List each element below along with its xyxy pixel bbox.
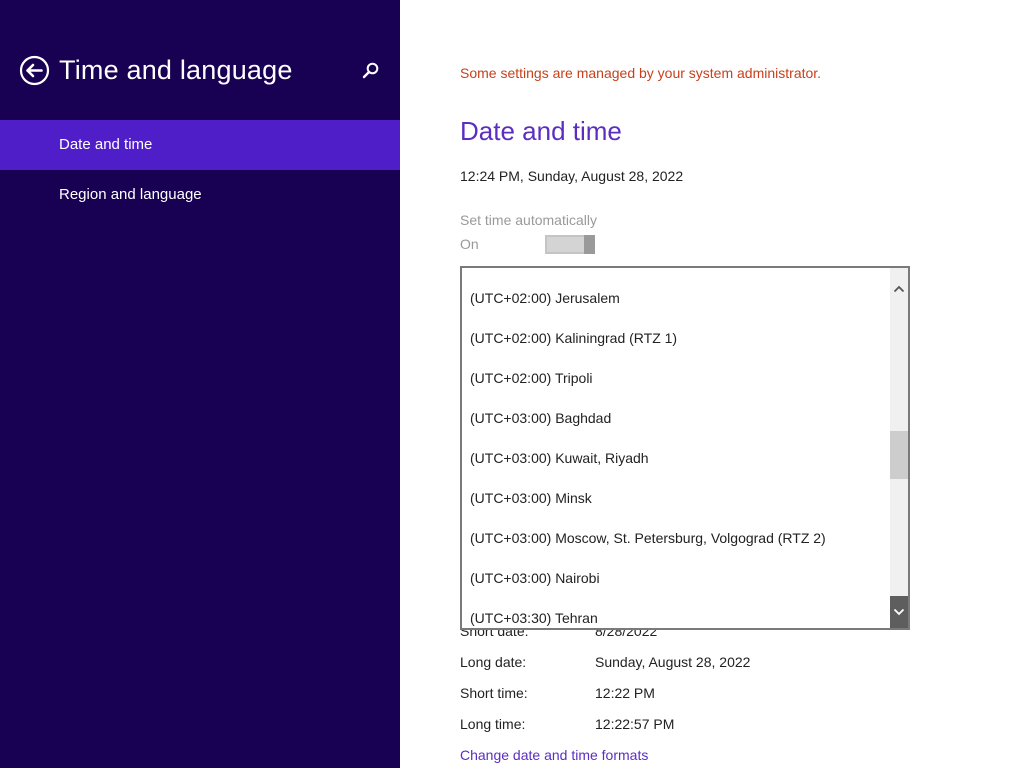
set-time-auto-toggle[interactable] <box>545 235 595 254</box>
sidebar-item-date-and-time[interactable]: Date and time <box>0 120 400 170</box>
section-title: Date and time <box>460 116 622 146</box>
sidebar-nav: Date and time Region and language <box>0 120 400 220</box>
sidebar-item-region-and-language[interactable]: Region and language <box>0 170 400 220</box>
timezone-option[interactable]: (UTC+02:00) Jerusalem <box>462 278 890 318</box>
timezone-option[interactable]: (UTC+02:00) Tripoli <box>462 358 890 398</box>
admin-notice: Some settings are managed by your system… <box>460 65 822 81</box>
format-value: 12:22 PM <box>595 685 655 701</box>
timezone-option[interactable]: (UTC+02:00) Kaliningrad (RTZ 1) <box>462 318 890 358</box>
set-time-auto-state: On <box>460 236 479 252</box>
sidebar: Time and language Date and time Region a… <box>0 0 400 768</box>
format-label: Long time: <box>460 716 526 732</box>
timezone-option[interactable]: (UTC+03:00) Moscow, St. Petersburg, Volg… <box>462 518 890 558</box>
sidebar-item-label: Date and time <box>59 136 153 153</box>
format-value: Sunday, August 28, 2022 <box>595 654 751 670</box>
timezone-option[interactable]: (UTC+03:00) Nairobi <box>462 558 890 598</box>
timezone-option[interactable]: (UTC+03:00) Baghdad <box>462 398 890 438</box>
timezone-option[interactable]: (UTC+03:00) Kuwait, Riyadh <box>462 438 890 478</box>
timezone-option[interactable]: (UTC+03:00) Minsk <box>462 478 890 518</box>
main-content: Some settings are managed by your system… <box>400 0 1024 768</box>
search-icon[interactable] <box>360 60 382 82</box>
sidebar-item-label: Region and language <box>59 186 202 203</box>
timezone-options: (UTC+02:00) Jerusalem (UTC+02:00) Kalini… <box>462 278 890 628</box>
format-value: 12:22:57 PM <box>595 716 675 732</box>
timezone-option[interactable]: (UTC+03:30) Tehran <box>462 598 890 628</box>
chevron-up-icon[interactable] <box>890 278 908 300</box>
current-datetime: 12:24 PM, Sunday, August 28, 2022 <box>460 168 684 184</box>
timezone-scrollbar[interactable] <box>890 268 908 628</box>
chevron-down-icon[interactable] <box>890 596 908 628</box>
timezone-dropdown-list[interactable]: (UTC+02:00) Jerusalem (UTC+02:00) Kalini… <box>460 266 910 630</box>
format-label: Short time: <box>460 685 528 701</box>
set-time-auto-label: Set time automatically <box>460 212 597 228</box>
toggle-thumb <box>584 235 595 254</box>
back-arrow-icon[interactable] <box>19 55 50 86</box>
format-label: Long date: <box>460 654 527 670</box>
change-formats-link[interactable]: Change date and time formats <box>460 747 648 763</box>
scrollbar-thumb[interactable] <box>890 431 908 479</box>
page-title: Time and language <box>59 55 293 85</box>
